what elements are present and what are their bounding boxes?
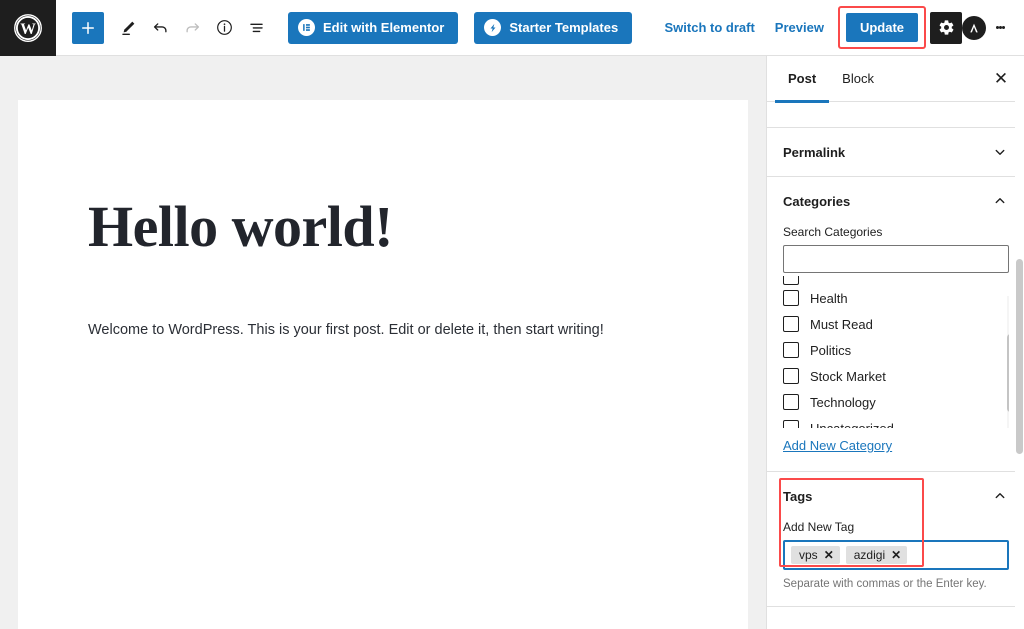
toolbar-left-group: Edit with Elementor Starter Templates xyxy=(56,12,632,44)
svg-text:W: W xyxy=(20,20,36,37)
toolbar-right-group: Switch to draft Preview Update xyxy=(655,6,1024,49)
page-scrollbar-thumb[interactable] xyxy=(1016,259,1023,454)
tag-token-label: azdigi xyxy=(854,548,885,562)
permalink-panel: Permalink xyxy=(767,128,1024,177)
list-view-icon[interactable] xyxy=(240,12,272,44)
tags-token-input[interactable]: vps ✕ azdigi ✕ xyxy=(783,540,1009,570)
category-label: Stock Market xyxy=(810,369,886,384)
sidebar-inner: Post Block ✕ Permalink xyxy=(767,56,1024,607)
categories-panel-body: Search Categories Health xyxy=(767,225,1024,471)
tag-token[interactable]: vps ✕ xyxy=(791,546,840,564)
add-new-tag-label: Add New Tag xyxy=(783,520,1009,534)
astra-logo-icon[interactable] xyxy=(962,16,986,40)
wordpress-block-editor: W xyxy=(0,0,1024,629)
category-label: Technology xyxy=(810,395,876,410)
tags-help-text: Separate with commas or the Enter key. xyxy=(783,578,1009,590)
category-row[interactable]: Technology xyxy=(783,389,1009,415)
update-button[interactable]: Update xyxy=(846,13,918,42)
tags-panel-header[interactable]: Tags xyxy=(767,472,1024,520)
starter-templates-badge-icon xyxy=(484,19,501,36)
preview-button[interactable]: Preview xyxy=(765,14,834,41)
editor-top-toolbar: W xyxy=(0,0,1024,56)
post-settings-sidebar: Post Block ✕ Permalink xyxy=(766,56,1024,629)
categories-panel-header[interactable]: Categories xyxy=(767,177,1024,225)
category-label: Health xyxy=(810,291,848,306)
redo-icon[interactable] xyxy=(176,12,208,44)
search-categories-input[interactable] xyxy=(783,245,1009,273)
checkbox-icon[interactable] xyxy=(783,342,799,358)
category-label: Must Read xyxy=(810,317,873,332)
categories-scrollbar-thumb[interactable] xyxy=(1007,334,1009,412)
categories-checkbox-list[interactable]: Health Must Read Politics xyxy=(783,276,1009,428)
kebab-dot-3 xyxy=(1002,26,1005,29)
category-row[interactable]: Health xyxy=(783,285,1009,311)
category-row[interactable]: Stock Market xyxy=(783,363,1009,389)
category-row[interactable]: Uncategorized xyxy=(783,415,1009,428)
tags-panel-title: Tags xyxy=(783,489,812,504)
post-title[interactable]: Hello world! xyxy=(18,100,748,259)
post-canvas[interactable]: Hello world! Welcome to WordPress. This … xyxy=(18,100,748,629)
edit-with-elementor-button[interactable]: Edit with Elementor xyxy=(288,12,458,44)
editor-canvas-area: Hello world! Welcome to WordPress. This … xyxy=(0,56,766,629)
elementor-badge-icon xyxy=(298,19,315,36)
category-label: Uncategorized xyxy=(810,421,894,429)
checkbox-icon[interactable] xyxy=(783,290,799,306)
checkbox-icon[interactable] xyxy=(783,368,799,384)
chevron-down-icon xyxy=(991,143,1009,161)
add-block-button[interactable] xyxy=(72,12,104,44)
category-row-clipped[interactable] xyxy=(783,276,1009,285)
sidebar-tab-bar: Post Block ✕ xyxy=(767,56,1024,102)
tab-post[interactable]: Post xyxy=(775,56,829,102)
edit-with-elementor-label: Edit with Elementor xyxy=(323,20,444,35)
tag-token[interactable]: azdigi ✕ xyxy=(846,546,907,564)
starter-templates-label: Starter Templates xyxy=(509,20,618,35)
chevron-up-icon xyxy=(991,487,1009,505)
undo-icon[interactable] xyxy=(144,12,176,44)
permalink-panel-title: Permalink xyxy=(783,145,845,160)
permalink-panel-header[interactable]: Permalink xyxy=(767,128,1024,176)
categories-panel: Categories Search Categories xyxy=(767,177,1024,472)
add-new-category-link[interactable]: Add New Category xyxy=(783,438,892,453)
kebab-menu-icon[interactable] xyxy=(986,12,1014,44)
checkbox-icon[interactable] xyxy=(783,420,799,428)
switch-to-draft-button[interactable]: Switch to draft xyxy=(655,14,765,41)
post-paragraph-block[interactable]: Welcome to WordPress. This is your first… xyxy=(18,259,748,342)
remove-tag-icon[interactable]: ✕ xyxy=(891,549,901,561)
wordpress-logo-icon[interactable]: W xyxy=(0,0,56,56)
remove-tag-icon[interactable]: ✕ xyxy=(824,549,834,561)
tab-block[interactable]: Block xyxy=(829,56,887,102)
categories-scroll-inner: Health Must Read Politics xyxy=(783,276,1009,428)
chevron-up-icon xyxy=(991,192,1009,210)
search-categories-label: Search Categories xyxy=(783,225,1009,239)
category-label: Politics xyxy=(810,343,851,358)
pencil-icon[interactable] xyxy=(112,12,144,44)
category-row[interactable]: Must Read xyxy=(783,311,1009,337)
categories-panel-title: Categories xyxy=(783,194,850,209)
checkbox-icon[interactable] xyxy=(783,316,799,332)
gear-icon[interactable] xyxy=(930,12,962,44)
starter-templates-button[interactable]: Starter Templates xyxy=(474,12,632,44)
category-row[interactable]: Politics xyxy=(783,337,1009,363)
checkbox-icon[interactable] xyxy=(783,276,799,285)
update-button-highlight: Update xyxy=(838,6,926,49)
tags-panel-body: Add New Tag vps ✕ azdigi ✕ Separate with… xyxy=(767,520,1024,606)
tag-token-label: vps xyxy=(799,548,818,562)
status-panel-partial xyxy=(767,102,1024,128)
close-sidebar-icon[interactable]: ✕ xyxy=(987,65,1015,93)
checkbox-icon[interactable] xyxy=(783,394,799,410)
tags-panel: Tags Add New Tag vps ✕ xyxy=(767,472,1024,607)
info-icon[interactable] xyxy=(208,12,240,44)
